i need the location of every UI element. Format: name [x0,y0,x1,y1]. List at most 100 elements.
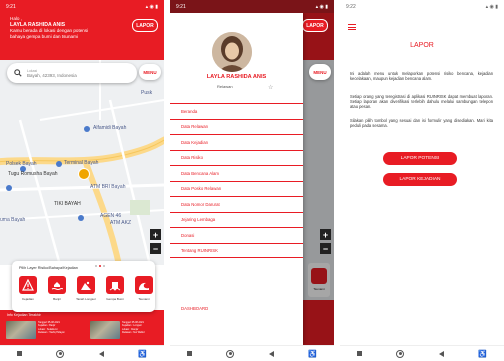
map-label-atm-akz: ATM AKZ [110,220,132,226]
lapor-potensi-button[interactable]: LAPOR POTENSI [383,152,457,165]
menu-item-tentang[interactable]: Tentang RUINRISK [170,242,303,258]
menu-item-beranda[interactable]: Beranda [170,103,303,119]
news-thumbnail [90,321,120,339]
zoom-out-button[interactable]: − [150,243,161,254]
earthquake-icon [109,282,121,291]
map-label-terminal: Terminal Bayah [64,160,99,166]
location-search-field[interactable]: Lokasi Bayah, 42393, Indonesia [7,63,137,83]
store-pin-icon [84,126,90,132]
menu-button[interactable]: MENU [139,64,161,80]
latest-events-title: Info Kejadian Terakhir [7,313,41,317]
drawer-menu-list: Beranda Data Relawan Data Kejadian Data … [170,103,303,258]
hazard-label: Tanah Longsor [76,297,96,301]
recents-icon[interactable] [357,351,363,356]
menu-item-donasi[interactable]: Donasi [170,227,303,243]
menu-item-data-kejadian[interactable]: Data Kejadian [170,134,303,150]
map-label-uma: uma Bayah [0,217,26,223]
recents-icon[interactable] [17,351,23,356]
hazard-label: Tsunami [138,297,150,301]
profile-name: LAYLA RASHIDA ANIS [206,74,267,80]
menu-item-data-relawan[interactable]: Data Relawan [170,118,303,135]
android-nav-bar: ♿ [340,345,504,361]
map-label-alfamidi: Alfamidi Bayah [93,125,127,131]
lapor-description-3: Silakan pilih tombol yang sesuai dan isi… [350,118,493,129]
map-label-tugu: Tugu Romusha Bayah [8,171,58,177]
back-icon[interactable] [438,350,444,357]
news-volunteer: Relawan : Nur Wahid [122,330,145,334]
hazard-banjir-button[interactable]: Banjir [47,276,67,301]
user-location-marker[interactable] [78,168,90,180]
profile-avatar[interactable] [212,32,252,72]
back-icon[interactable] [98,350,104,357]
map-pin-icon [6,185,12,191]
status-icons: ▴ ◉ ▮ [145,3,158,10]
news-item[interactable]: Tanggal: 05-08-2021 Kejadian : Banjir Lo… [6,321,78,341]
bus-pin-icon [56,161,62,167]
warning-icon [22,279,34,291]
status-bar: 9:21 ▴ ◉ ▮ [0,0,164,13]
home-icon[interactable] [226,349,235,358]
hazard-label: Kejadian [22,297,34,301]
hamburger-menu-icon[interactable] [348,24,356,32]
lapor-description-1: Ini adalah menu untuk melaporkan potensi… [350,71,493,82]
dashboard-link[interactable]: DASHBOARD [181,306,208,311]
hazard-layer-title: Pilih Layer Risiko/Bahaya/Kejadian [19,266,78,270]
lapor-kejadian-button[interactable]: LAPOR KEJADIAN [383,173,457,186]
hazard-kejadian-button[interactable]: Kejadian [18,276,38,301]
menu-item-data-posko-relawan[interactable]: Data Posko Relawan [170,180,303,197]
map-view[interactable]: Pusk Alfamidi Bayah Polsek Bayah Termina… [0,60,164,265]
map-label-tiki: TIKI BAYAH [54,201,81,207]
lapor-button[interactable]: LAPOR [302,19,328,32]
status-icons: ▴ ◉ ▮ [485,3,498,10]
lapor-button[interactable]: LAPOR [132,19,158,32]
zoom-in-button[interactable]: + [150,229,161,240]
search-icon [14,69,22,77]
hazard-tsunami-button[interactable]: Tsunami [134,276,154,301]
status-icons: ▴ ◉ ▮ [315,3,328,10]
lapor-description-2: Setiap orang yang teregistrasi di aplika… [350,94,493,110]
menu-button[interactable]: MENU [309,64,331,80]
hazard-gempa-button[interactable]: Gempa Bumi [105,276,125,301]
latest-events-panel: Info Kejadian Terakhir Tanggal: 05-08-20… [0,310,164,345]
hazard-label: Banjir [53,297,61,301]
android-nav-bar: ♿ [170,345,334,361]
back-icon[interactable] [268,350,274,357]
status-bar: 9:21 ▴ ◉ ▮ [170,0,334,13]
accessibility-icon[interactable]: ♿ [308,350,317,358]
status-time: 9:22 [346,3,356,10]
shop-pin-icon [78,215,84,221]
menu-item-data-risiko[interactable]: Data Risiko [170,149,303,166]
profile-role: Relawan [217,84,233,89]
page-title: LAPOR [410,42,434,49]
news-thumbnail [6,321,36,339]
zoom-out-button[interactable]: − [320,243,331,254]
search-value: Bayah, 42393, Indonesia [27,72,77,78]
accessibility-icon[interactable]: ♿ [138,350,147,358]
menu-item-jejaring-lembaga[interactable]: Jejaring Lembaga [170,211,303,228]
zoom-in-button[interactable]: + [320,229,331,240]
accessibility-icon[interactable]: ♿ [478,350,487,358]
recents-icon[interactable] [187,351,193,356]
menu-item-data-bencana-alam[interactable]: Data Bencana Alam [170,165,303,181]
map-label-pusk: Pusk [141,90,153,96]
news-volunteer: Relawan : Taufiq Hidayat [38,330,65,334]
side-menu-screen: 9:21 ▴ ◉ ▮ LAPOR MENU + − Tsunami LAYLA … [170,0,334,361]
hazard-label: Gempa Bumi [106,297,124,301]
status-time: 9:21 [176,3,186,10]
hazard-longsor-button[interactable]: Tanah Longsor [76,276,96,301]
menu-item-data-nomor-darurat[interactable]: Data Nomor Darurat [170,196,303,212]
android-nav-bar: ♿ [0,345,164,361]
status-time: 9:21 [6,3,16,10]
map-label-polsek: Polsek Bayah [6,161,37,167]
greeting-text: Halo , LAYLA RASHIDA ANIS Kamu berada di… [10,16,120,40]
edit-profile-icon[interactable]: ☆ [268,84,273,91]
news-item[interactable]: Tanggal: 05-08-2021 Kejadian : Longsor L… [90,321,162,341]
home-icon[interactable] [396,349,405,358]
page-dots [95,265,105,267]
home-map-screen: 9:21 ▴ ◉ ▮ Halo , LAYLA RASHIDA ANIS Kam… [0,0,164,361]
hazard-layer-list: Kejadian Banjir Tanah Longsor Gempa Bumi… [18,276,154,301]
home-icon[interactable] [56,349,65,358]
lapor-screen: 9:22 ▴ ◉ ▮ LAPOR Ini adalah menu untuk m… [340,0,504,361]
flood-icon [51,282,63,290]
map-label-agen46: AGEN 46 [100,213,122,219]
